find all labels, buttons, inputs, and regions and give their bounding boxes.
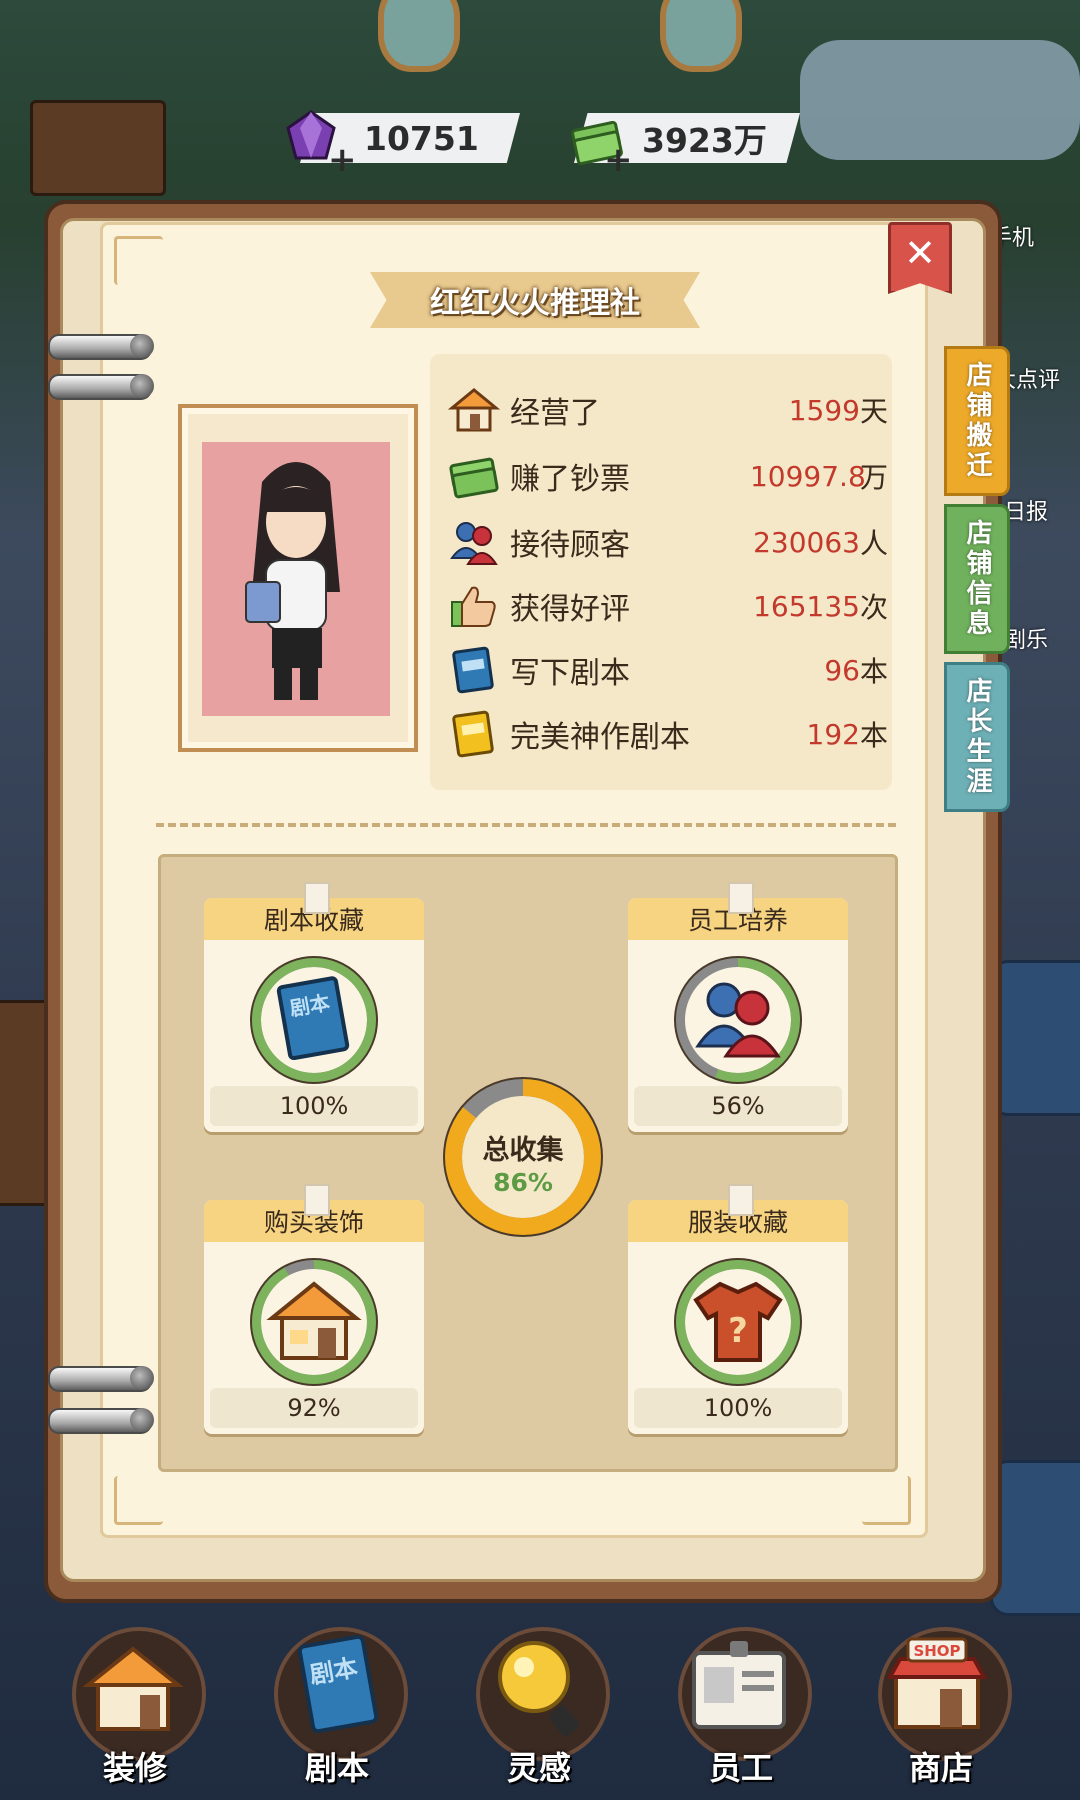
page-corner-ornament [114, 1476, 163, 1525]
sofa [990, 960, 1080, 1116]
stat-value: 96 [824, 653, 860, 687]
nav-shop-badge-text: SHOP [913, 1642, 960, 1660]
manager-avatar [245, 462, 340, 700]
tape-pin [304, 882, 330, 914]
stat-label: 赚了钞票 [510, 462, 630, 497]
gem-count: 10751 [364, 118, 479, 158]
binder-ring [48, 374, 154, 400]
aquarium-rock [800, 40, 1080, 160]
page-corner-ornament [862, 1476, 911, 1525]
stat-unit: 人 [859, 527, 888, 560]
staff-icon [695, 982, 781, 1058]
tab-shop-info[interactable]: 店铺信息 [944, 504, 1010, 654]
collection-card-staff[interactable]: 员工培养 56% [628, 882, 848, 1132]
stat-unit: 本 [859, 719, 888, 752]
close-icon: ✕ [904, 231, 936, 275]
add-gem-icon[interactable]: + [328, 140, 357, 180]
bg-label-daily: 日报 [1004, 500, 1049, 525]
card-percent: 56% [634, 1086, 842, 1126]
total-collection-label: 总收集 [482, 1135, 564, 1166]
wall-painting [660, 0, 742, 72]
stat-label: 获得好评 [510, 592, 630, 627]
tape-pin [304, 1184, 330, 1216]
stat-days-operated: 经营了 1599 天 [448, 382, 888, 438]
nav-staff[interactable]: 员工 [666, 1625, 816, 1795]
stat-label: 经营了 [510, 396, 600, 431]
stat-unit: 本 [859, 655, 888, 688]
card-percent: 100% [210, 1086, 418, 1126]
nav-script[interactable]: 剧本 剧本 [262, 1625, 412, 1795]
stat-value: 192 [806, 717, 860, 751]
nav-label: 剧本 [304, 1749, 369, 1787]
nav-label: 员工 [708, 1749, 773, 1787]
nav-label: 灵感 [506, 1749, 571, 1787]
shirt-icon: ? [693, 1281, 783, 1362]
cash-icon [449, 457, 499, 499]
stat-good-reviews: 获得好评 165135 次 [448, 578, 888, 634]
stat-value: 1599 [788, 393, 860, 427]
tab-manager-career[interactable]: 店长生涯 [944, 662, 1010, 812]
stat-masterpiece-scripts: 完美神作剧本 192 本 [448, 706, 888, 762]
sofa [990, 1460, 1080, 1616]
add-cash-icon[interactable]: + [604, 140, 633, 180]
staff-badge-icon [692, 1641, 786, 1729]
stat-label: 接待顾客 [510, 528, 630, 563]
portrait-background [202, 442, 390, 716]
tape-pin [728, 882, 754, 914]
page-corner-ornament [114, 236, 163, 285]
cash-count: 3923万 [642, 121, 767, 160]
collection-card-outfits[interactable]: 服装收藏 ? 100% [628, 1184, 848, 1434]
decorate-icon [82, 1646, 184, 1731]
collection-card-decorations[interactable]: 购买装饰 92% [204, 1184, 424, 1434]
stat-unit: 次 [859, 591, 888, 624]
script-book-icon [452, 646, 494, 694]
stat-value: 10997.8 [749, 459, 866, 493]
stat-unit: 天 [859, 395, 888, 428]
total-collection-percent: 86% [493, 1168, 553, 1197]
thumbs-up-icon [451, 586, 496, 627]
collection-card-scripts[interactable]: 剧本收藏 剧本 100% [204, 882, 424, 1132]
shop-name-banner: 红红火火推理社 [370, 272, 700, 328]
card-percent: 100% [634, 1388, 842, 1428]
tab-shop-relocate[interactable]: 店铺搬迁 [944, 346, 1010, 496]
wall-painting [378, 0, 460, 72]
house-icon [448, 388, 500, 432]
stat-money-earned: 赚了钞票 10997.8 万 [448, 448, 888, 504]
tape-pin [728, 1184, 754, 1216]
svg-text:?: ? [728, 1311, 748, 1351]
nav-inspiration[interactable]: 灵感 [464, 1625, 614, 1795]
bookshelf [30, 100, 166, 196]
stat-value: 165135 [753, 589, 860, 623]
stat-value: 230063 [753, 525, 860, 559]
section-divider [156, 823, 896, 827]
stat-customers: 接待顾客 230063 人 [448, 514, 888, 570]
gold-script-icon [452, 710, 494, 758]
binder-ring [48, 334, 154, 360]
stat-label: 完美神作剧本 [510, 720, 690, 755]
nav-decorate[interactable]: 装修 [60, 1625, 210, 1795]
script-icon: 剧本 [297, 1634, 379, 1734]
house-icon [266, 1281, 362, 1360]
customers-icon [450, 522, 498, 565]
stat-label: 写下剧本 [510, 656, 630, 691]
manager-portrait-frame [178, 404, 418, 752]
stat-scripts-written: 写下剧本 96 本 [448, 642, 888, 698]
nav-shop[interactable]: SHOP 商店 [866, 1625, 1016, 1795]
stat-unit: 万 [859, 461, 888, 494]
nav-label: 装修 [102, 1749, 167, 1787]
bg-label-fun: 剧乐 [1004, 628, 1049, 653]
binder-ring [48, 1366, 154, 1392]
script-book-icon: 剧本 [276, 976, 350, 1061]
binder-ring [48, 1408, 154, 1434]
shop-icon: SHOP [886, 1637, 988, 1729]
inspiration-icon [498, 1641, 580, 1737]
card-percent: 92% [210, 1388, 418, 1428]
nav-label: 商店 [908, 1749, 973, 1787]
